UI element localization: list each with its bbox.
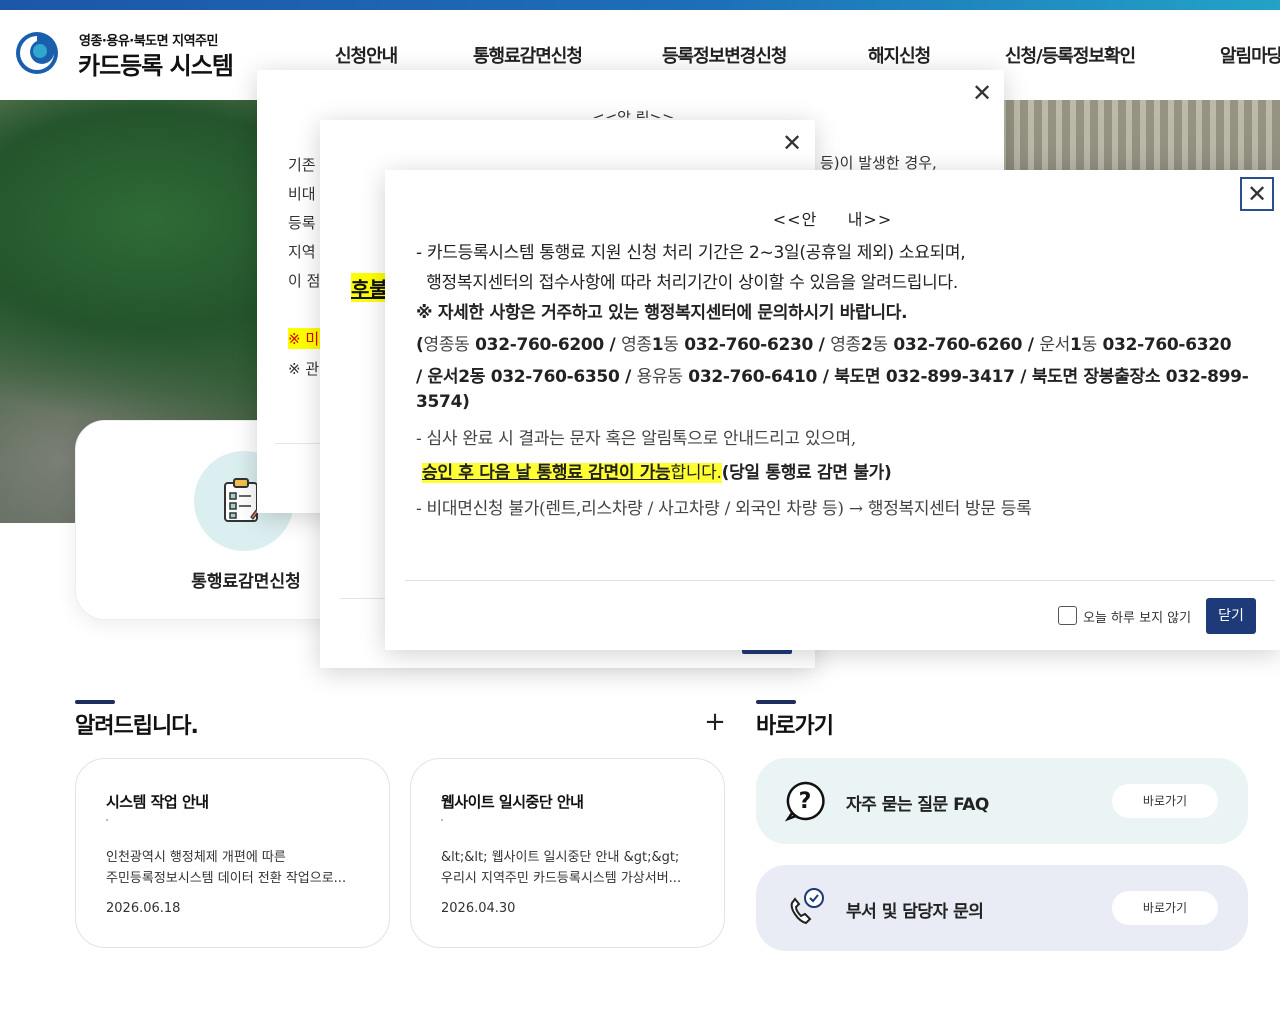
contact-name-number: 1 bbox=[651, 335, 664, 355]
dont-show-today-checkbox[interactable] bbox=[1058, 606, 1077, 625]
popup-highlight-text: 후불 bbox=[351, 273, 385, 302]
nav-info-change[interactable]: 등록정보변경신청 bbox=[662, 42, 787, 68]
popup-heading: <<알 림>> bbox=[592, 109, 675, 118]
nav-cancel[interactable]: 해지신청 bbox=[868, 42, 931, 68]
popup-close-icon[interactable]: ✕ bbox=[778, 129, 806, 157]
contact-name: 동 bbox=[1081, 335, 1098, 355]
popup-close-button[interactable]: 닫기 bbox=[1206, 598, 1256, 634]
contact-number: 032-760-6200 / bbox=[469, 335, 622, 355]
popup-line: - 심사 완료 시 결과는 문자 혹은 알림톡으로 안내드리고 있으며, bbox=[416, 429, 856, 449]
popup-divider bbox=[405, 580, 1275, 581]
popup-contact-line: 3574) bbox=[416, 392, 470, 412]
notice-section-title: 알려드립니다. bbox=[75, 714, 199, 739]
shortcut-contact[interactable]: 부서 및 담당자 문의 바로가기 bbox=[756, 865, 1248, 951]
popup-line: - 비대면신청 불가(렌트,리스차량 / 사고차량 / 외국인 차량 등) → … bbox=[416, 499, 1032, 519]
notice-card[interactable]: 시스템 작업 안내 인천광역시 행정체제 개편에 따른 주민등록정보시스템 데이… bbox=[75, 758, 390, 948]
popup-line: ※ 자세한 사항은 거주하고 있는 행정복지센터에 문의하시기 바랍니다. bbox=[416, 303, 908, 323]
contact-number: 032-760-6230 / bbox=[678, 335, 831, 355]
notice-section-bar bbox=[75, 700, 115, 704]
popup-line: 행정복지센터의 접수사항에 따라 처리기간이 상이할 수 있음을 알려드립니다. bbox=[416, 273, 958, 293]
popup-close-icon[interactable]: ✕ bbox=[968, 79, 996, 107]
contact-name: 영종동 bbox=[423, 335, 470, 355]
approval-highlight: 승인 후 다음 날 통행료 감면이 가능 bbox=[422, 463, 671, 483]
shortcut-section-bar bbox=[756, 700, 796, 704]
question-icon: ? bbox=[784, 781, 825, 822]
nav-notice[interactable]: 알림마당 bbox=[1220, 42, 1280, 68]
contact-text: / 운서2동 032-760-6350 / bbox=[416, 367, 637, 387]
top-accent-bar bbox=[0, 0, 1280, 10]
logo-title[interactable]: 카드등록 시스템 bbox=[78, 46, 234, 81]
notice-date: 2026.04.30 bbox=[441, 901, 516, 916]
contact-name: 영종 bbox=[830, 335, 861, 355]
popup-approval-line: 승인 후 다음 날 통행료 감면이 가능합니다.(당일 통행료 감면 불가) bbox=[422, 458, 892, 483]
contact-name: 동 bbox=[663, 335, 679, 355]
popup-line: 기존 bbox=[288, 156, 316, 174]
notice-summary: 인천광역시 행정체제 개편에 따른 주민등록정보시스템 데이터 전환 작업으로.… bbox=[106, 847, 366, 889]
notice-summary: &lt;&lt; 웹사이트 일시중단 안내 &gt;&gt; 우리시 지역주민 … bbox=[441, 847, 701, 889]
contact-name: 용유동 bbox=[636, 367, 683, 387]
popup-warning-line: ※ 미 bbox=[288, 328, 322, 349]
popup-note-line: ※ 관 bbox=[288, 360, 320, 378]
phone-icon bbox=[790, 888, 824, 925]
notice-summary-line: &lt;&lt; 웹사이트 일시중단 안내 &gt;&gt; bbox=[441, 850, 680, 865]
popup-line: - 카드등록시스템 통행료 지원 신청 처리 기간은 2~3일(공휴일 제외) … bbox=[416, 243, 966, 263]
contact-name-number: 2 bbox=[860, 335, 873, 355]
logo-icon[interactable] bbox=[14, 30, 60, 76]
notice-more-button[interactable]: + bbox=[703, 709, 727, 735]
page: 영종·용유·북도면 지역주민 카드등록 시스템 신청안내 통행료감면신청 등록정… bbox=[0, 0, 1280, 1024]
shortcut-faq[interactable]: ? 자주 묻는 질문 FAQ 바로가기 bbox=[756, 758, 1248, 844]
popup-line: 등록 bbox=[288, 214, 316, 232]
shortcut-go-button[interactable]: 바로가기 bbox=[1112, 891, 1218, 925]
notice-divider bbox=[106, 819, 108, 821]
approval-note: (당일 통행료 감면 불가) bbox=[721, 463, 892, 483]
notice-summary-line: 우리시 지역주민 카드등록시스템 가상서버... bbox=[441, 871, 682, 886]
contact-name: 영종 bbox=[621, 335, 652, 355]
contact-text: 032-760-6410 / 북도면 032-899-3417 / 북도면 장봉… bbox=[682, 367, 1249, 387]
svg-text:?: ? bbox=[799, 789, 812, 814]
contact-name: 운서 bbox=[1039, 335, 1071, 355]
contact-name-number: 1 bbox=[1070, 335, 1082, 355]
shortcut-section-title: 바로가기 bbox=[756, 714, 834, 739]
contact-number: 032-760-6320 bbox=[1096, 335, 1232, 355]
notice-title: 시스템 작업 안내 bbox=[106, 793, 209, 811]
popup-line: 지역 bbox=[288, 243, 316, 261]
popup-contact-line: (영종동 032-760-6200 / 영종1동 032-760-6230 / … bbox=[416, 330, 1232, 355]
shortcut-label: 부서 및 담당자 문의 bbox=[846, 902, 984, 922]
nav-apply-guide[interactable]: 신청안내 bbox=[335, 42, 398, 68]
approval-text: 합니다. bbox=[670, 463, 722, 483]
notice-date: 2026.06.18 bbox=[106, 901, 181, 916]
notice-title: 웹사이트 일시중단 안내 bbox=[441, 793, 584, 811]
notice-summary-line: 주민등록정보시스템 데이터 전환 작업으로... bbox=[106, 871, 347, 886]
popup-heading: <<안 내>> bbox=[772, 210, 893, 229]
notice-divider bbox=[441, 819, 443, 821]
contact-name: 동 bbox=[872, 335, 888, 355]
popup-contact-line: / 운서2동 032-760-6350 / 용유동 032-760-6410 /… bbox=[416, 362, 1249, 387]
popup-line: 이 점 bbox=[288, 272, 321, 290]
shortcut-label: 자주 묻는 질문 FAQ bbox=[846, 795, 989, 815]
notice-card[interactable]: 웹사이트 일시중단 안내 &lt;&lt; 웹사이트 일시중단 안내 &gt;&… bbox=[410, 758, 725, 948]
nav-check-info[interactable]: 신청/등록정보확인 bbox=[1005, 42, 1136, 68]
guide-popup: ✕ <<안 내>> - 카드등록시스템 통행료 지원 신청 처리 기간은 2~3… bbox=[385, 170, 1280, 650]
shortcut-go-button[interactable]: 바로가기 bbox=[1112, 784, 1218, 818]
popup-line: 비대 bbox=[288, 185, 316, 203]
contact-number: 032-760-6260 / bbox=[887, 335, 1040, 355]
notice-summary-line: 인천광역시 행정체제 개편에 따른 bbox=[106, 850, 286, 865]
dont-show-today-label[interactable]: 오늘 하루 보지 않기 bbox=[1083, 607, 1191, 626]
nav-toll-discount[interactable]: 통행료감면신청 bbox=[473, 42, 583, 68]
